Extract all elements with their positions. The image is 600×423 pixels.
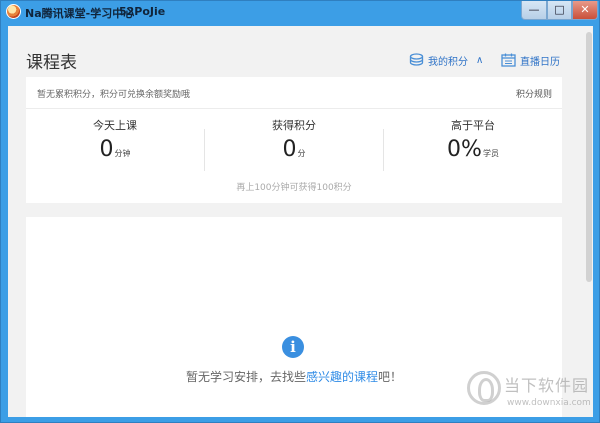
app-window: Na腾讯课堂-学习中心 52PoJie — □ ✕ 课程表 我的积分 ∧ 直播日…	[0, 0, 600, 423]
coins-icon	[409, 53, 424, 66]
empty-msg-prefix: 暂无学习安排，去找些	[185, 370, 306, 384]
close-button[interactable]: ✕	[572, 1, 598, 20]
window-title: Na腾讯课堂-学习中心	[25, 7, 135, 20]
stat-label: 今天上课	[93, 119, 137, 132]
live-calendar-label: 直播日历	[520, 56, 560, 68]
card-header: 暂无累积积分，积分可兑换余额奖励哦 积分规则	[26, 77, 562, 109]
points-note: 暂无累积积分，积分可兑换余额奖励哦	[37, 90, 191, 100]
page-title: 课程表	[26, 53, 77, 73]
scrollbar-thumb[interactable]	[586, 32, 592, 282]
watermark-logo-icon	[467, 371, 501, 405]
stat-value: 0%学员	[447, 137, 499, 162]
minimize-button[interactable]: —	[521, 1, 547, 20]
app-logo-icon	[6, 4, 21, 19]
stat-points-earned: 获得积分 0分	[205, 117, 383, 165]
watermark-name: 当下软件园	[504, 376, 590, 395]
points-rules-link[interactable]: 积分规则	[516, 87, 552, 100]
vertical-scrollbar[interactable]	[585, 26, 593, 417]
stat-unit: 分钟	[114, 149, 131, 158]
stat-today-class: 今天上课 0分钟	[26, 117, 204, 165]
stat-label: 高于平台	[451, 119, 495, 132]
my-points-link[interactable]: 我的积分 ∧	[409, 51, 483, 69]
main-content: 课程表 我的积分 ∧ 直播日历 暂无累积积分，积分可兑换余额奖励哦 积分规则 今…	[8, 26, 593, 417]
stat-value: 0分	[282, 137, 306, 162]
empty-msg-suffix: 吧！	[378, 370, 403, 384]
stat-label: 获得积分	[272, 119, 316, 132]
my-points-label: 我的积分	[428, 56, 468, 68]
title-bar[interactable]: Na腾讯课堂-学习中心 52PoJie — □ ✕	[1, 1, 599, 23]
points-progress-hint: 再上100分钟可获得100积分	[236, 183, 352, 193]
calendar-icon	[501, 53, 516, 67]
maximize-button[interactable]: □	[547, 1, 572, 20]
points-summary-card: 暂无累积积分，积分可兑换余额奖励哦 积分规则 今天上课 0分钟 获得积分 0分 …	[26, 77, 562, 203]
stat-unit: 学员	[482, 149, 499, 158]
stat-value: 0分钟	[99, 137, 131, 162]
stat-unit: 分	[297, 149, 306, 158]
window-title-extra: 52PoJie	[119, 5, 166, 18]
info-icon: i	[282, 336, 304, 358]
interesting-courses-link[interactable]: 感兴趣的课程	[306, 370, 378, 384]
live-calendar-link[interactable]: 直播日历	[501, 51, 560, 69]
stat-above-platform: 高于平台 0%学员	[384, 117, 562, 165]
chevron-up-icon: ∧	[476, 54, 484, 66]
watermark-url: www.downxia.com	[507, 398, 591, 408]
